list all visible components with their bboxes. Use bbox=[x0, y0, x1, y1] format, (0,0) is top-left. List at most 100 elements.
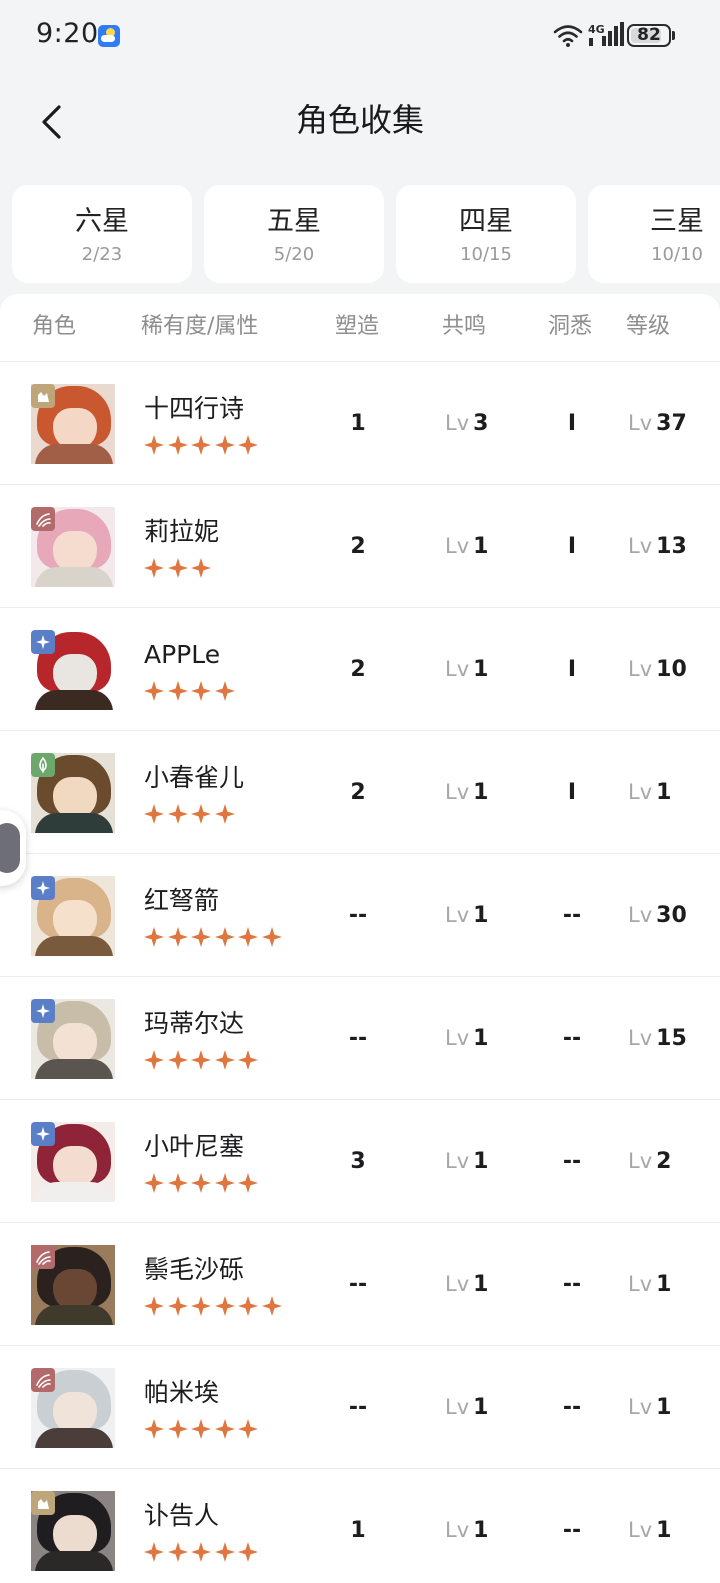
character-level: 1 bbox=[656, 1395, 672, 1420]
star-icon bbox=[191, 1419, 211, 1439]
table-row[interactable]: 讣告人 1 Lv 1 -- Lv 1 bbox=[0, 1469, 720, 1583]
insight-value: -- bbox=[562, 1518, 582, 1543]
level-value: Lv 1 bbox=[628, 1223, 671, 1346]
star-icon bbox=[214, 681, 235, 701]
network-type-label: 4G bbox=[588, 23, 605, 36]
character-level: 30 bbox=[656, 903, 687, 928]
star-icon bbox=[167, 1542, 188, 1562]
shaping-value: 2 bbox=[350, 657, 366, 682]
tab-count: 2/23 bbox=[81, 243, 123, 265]
table-row[interactable]: 十四行诗 1 Lv 3 I Lv 37 bbox=[0, 362, 720, 485]
star-icon bbox=[167, 1173, 188, 1193]
character-name: 莉拉妮 bbox=[144, 517, 220, 546]
star-icon bbox=[167, 558, 188, 578]
table-row[interactable]: 小春雀儿 2 Lv 1 I Lv 1 bbox=[0, 731, 720, 854]
character-avatar bbox=[31, 1491, 115, 1571]
character-list: 角色 稀有度/属性 塑造 共鸣 洞悉 等级 十四行诗 1 Lv 3 I Lv 37 莉拉妮 2 L… bbox=[0, 294, 720, 1583]
star-icon bbox=[191, 1296, 211, 1316]
shaping-value: 2 bbox=[350, 534, 366, 559]
col-head-resonance[interactable]: 共鸣 bbox=[442, 294, 486, 360]
character-rows: 十四行诗 1 Lv 3 I Lv 37 莉拉妮 2 Lv 1 I Lv 13 APPLe 2 Lv 1 I Lv 10 小… bbox=[0, 362, 720, 1583]
character-level: 2 bbox=[656, 1149, 672, 1174]
resonance-level: 1 bbox=[473, 534, 489, 559]
table-row[interactable]: 红弩箭 -- Lv 1 -- Lv 30 bbox=[0, 854, 720, 977]
star-icon bbox=[191, 681, 211, 701]
level-value: Lv 15 bbox=[628, 977, 687, 1100]
character-level: 37 bbox=[656, 411, 687, 436]
character-level: 1 bbox=[656, 1272, 672, 1297]
lv-prefix: Lv bbox=[628, 903, 653, 927]
rarity-stars bbox=[143, 557, 214, 579]
level-value: Lv 2 bbox=[628, 1100, 671, 1223]
insight-value: -- bbox=[562, 1272, 582, 1297]
resonance-value: Lv 1 bbox=[445, 485, 488, 608]
level-value: Lv 1 bbox=[628, 1469, 671, 1583]
lv-prefix: Lv bbox=[445, 657, 470, 681]
rarity-stars bbox=[143, 803, 237, 825]
shaping-value: -- bbox=[348, 1026, 368, 1051]
lv-prefix: Lv bbox=[445, 903, 470, 927]
character-name: 帕米埃 bbox=[144, 1378, 220, 1407]
table-row[interactable]: 小叶尼塞 3 Lv 1 -- Lv 2 bbox=[0, 1100, 720, 1223]
insight-value: -- bbox=[562, 903, 582, 928]
table-row[interactable]: 莉拉妮 2 Lv 1 I Lv 13 bbox=[0, 485, 720, 608]
resonance-level: 1 bbox=[473, 1272, 489, 1297]
table-row[interactable]: APPLe 2 Lv 1 I Lv 10 bbox=[0, 608, 720, 731]
resonance-value: Lv 1 bbox=[445, 977, 488, 1100]
tab-six-star[interactable]: 六星 2/23 bbox=[12, 185, 192, 283]
resonance-level: 1 bbox=[473, 780, 489, 805]
battery-icon: 82 bbox=[627, 22, 675, 48]
rarity-stars bbox=[143, 1049, 261, 1071]
rarity-stars bbox=[143, 1418, 261, 1440]
resonance-value: Lv 1 bbox=[445, 1223, 488, 1346]
character-name: 红弩箭 bbox=[144, 886, 220, 915]
resonance-value: Lv 1 bbox=[445, 854, 488, 977]
character-name: 十四行诗 bbox=[144, 394, 245, 423]
character-avatar bbox=[31, 507, 115, 587]
floating-assistant-handle[interactable] bbox=[0, 810, 26, 886]
star-icon bbox=[167, 1419, 188, 1439]
character-avatar bbox=[31, 1245, 115, 1325]
col-head-shaping[interactable]: 塑造 bbox=[335, 294, 379, 360]
star-icon bbox=[144, 1419, 164, 1439]
table-row[interactable]: 鬃毛沙砾 -- Lv 1 -- Lv 1 bbox=[0, 1223, 720, 1346]
weather-app-icon bbox=[98, 25, 120, 47]
rarity-tabs: 六星 2/23 五星 5/20 四星 10/15 三星 10/10 bbox=[12, 185, 720, 283]
resonance-value: Lv 1 bbox=[445, 731, 488, 854]
resonance-level: 1 bbox=[473, 1149, 489, 1174]
lv-prefix: Lv bbox=[628, 1518, 653, 1542]
character-level: 10 bbox=[656, 657, 687, 682]
col-head-character[interactable]: 角色 bbox=[32, 294, 76, 360]
status-bar: 9:20 4G 82 bbox=[0, 0, 720, 72]
back-button[interactable] bbox=[30, 98, 74, 146]
star-icon bbox=[191, 1050, 211, 1070]
character-level: 1 bbox=[656, 1518, 672, 1543]
resonance-level: 1 bbox=[473, 1026, 489, 1051]
status-time: 9:20 bbox=[36, 18, 99, 49]
insight-value: I bbox=[567, 657, 577, 682]
tab-five-star[interactable]: 五星 5/20 bbox=[204, 185, 384, 283]
passion-attribute-icon bbox=[31, 1368, 55, 1392]
character-avatar bbox=[31, 999, 115, 1079]
tab-label: 五星 bbox=[267, 205, 321, 237]
col-head-insight[interactable]: 洞悉 bbox=[548, 294, 592, 360]
table-row[interactable]: 玛蒂尔达 -- Lv 1 -- Lv 15 bbox=[0, 977, 720, 1100]
star-icon bbox=[167, 804, 188, 824]
lv-prefix: Lv bbox=[628, 1272, 653, 1296]
star-icon bbox=[261, 1296, 282, 1316]
col-head-level[interactable]: 等级 bbox=[626, 294, 670, 360]
lv-prefix: Lv bbox=[628, 534, 653, 558]
resonance-value: Lv 1 bbox=[445, 608, 488, 731]
col-head-rarity-attr[interactable]: 稀有度/属性 bbox=[141, 294, 258, 360]
lv-prefix: Lv bbox=[628, 780, 653, 804]
star-attribute-icon bbox=[31, 1122, 55, 1146]
tab-three-star[interactable]: 三星 10/10 bbox=[588, 185, 720, 283]
insight-value: -- bbox=[562, 1026, 582, 1051]
level-value: Lv 1 bbox=[628, 1346, 671, 1469]
level-value: Lv 10 bbox=[628, 608, 687, 731]
tab-four-star[interactable]: 四星 10/15 bbox=[396, 185, 576, 283]
table-row[interactable]: 帕米埃 -- Lv 1 -- Lv 1 bbox=[0, 1346, 720, 1469]
star-icon bbox=[238, 1173, 258, 1193]
star-icon bbox=[261, 927, 282, 947]
wifi-icon bbox=[553, 25, 583, 47]
